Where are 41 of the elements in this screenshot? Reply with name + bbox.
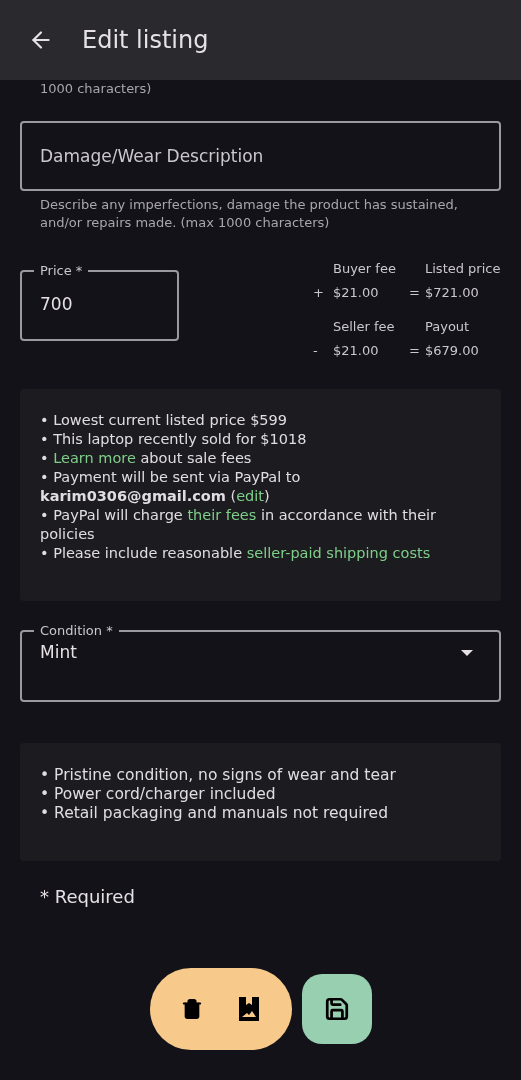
field-label: Price *: [39, 262, 84, 280]
info-line: • PayPal will charge their fees in accordance with their policies: [40, 506, 438, 544]
inline-link[interactable]: their fees: [187, 507, 257, 523]
screen-title: Edit listing: [82, 25, 209, 56]
info-line: • Please include reasonable seller-paid shipping costs: [40, 544, 432, 563]
operator-sign: +: [313, 284, 325, 302]
condition-note: • Retail packaging and manuals not required: [40, 804, 389, 823]
fee-label: Buyer fee: [333, 260, 397, 278]
trash-icon: [181, 998, 203, 1020]
info-line: • Learn more about sale fees: [40, 449, 253, 468]
save-icon: [323, 996, 350, 1022]
inline-link[interactable]: Learn more: [53, 450, 136, 466]
fee-amount: $21.00: [333, 342, 380, 360]
condition-note: • Pristine condition, no signs of wear and tear: [40, 766, 397, 785]
equals-sign: =: [409, 342, 421, 360]
info-line: • Payment will be sent via PayPal to karim0306@gmail.com (edit): [40, 468, 302, 506]
fee-amount: $721.00: [425, 284, 480, 302]
condition-note: • Power cord/charger included: [40, 785, 277, 804]
required-note: * Required: [39, 885, 136, 909]
damage-field[interactable]: Damage/Wear Description: [20, 121, 501, 191]
helper-text: Describe any imperfections, damage the product has sustained, and/or repairs made. (max 1000 characters): [39, 196, 459, 232]
helper-text: 1000 characters): [39, 81, 153, 97]
equals-sign: =: [409, 284, 421, 302]
photo-book-icon: [239, 997, 259, 1021]
fee-label: Seller fee: [333, 318, 396, 336]
fee-amount: $21.00: [333, 284, 380, 302]
fee-amount: $679.00: [425, 342, 480, 360]
fee-label: Payout: [425, 318, 471, 336]
operator-sign: -: [313, 342, 319, 360]
fee-label: Listed price: [425, 260, 501, 278]
price-field[interactable]: Price * 700: [20, 262, 179, 341]
dropdown-caret-icon: [461, 649, 473, 656]
inline-link[interactable]: edit: [236, 488, 265, 504]
price-value: 700: [39, 292, 74, 316]
inline-link[interactable]: seller-paid shipping costs: [246, 545, 431, 561]
condition-select[interactable]: Condition * Mint: [20, 622, 501, 702]
info-line: • Lowest current listed price $599: [40, 411, 289, 430]
save-button[interactable]: [301, 974, 372, 1044]
field-label: Condition *: [39, 622, 114, 640]
select-value: Mint: [40, 641, 77, 664]
info-line: • This laptop recently sold for $1018: [40, 430, 308, 449]
